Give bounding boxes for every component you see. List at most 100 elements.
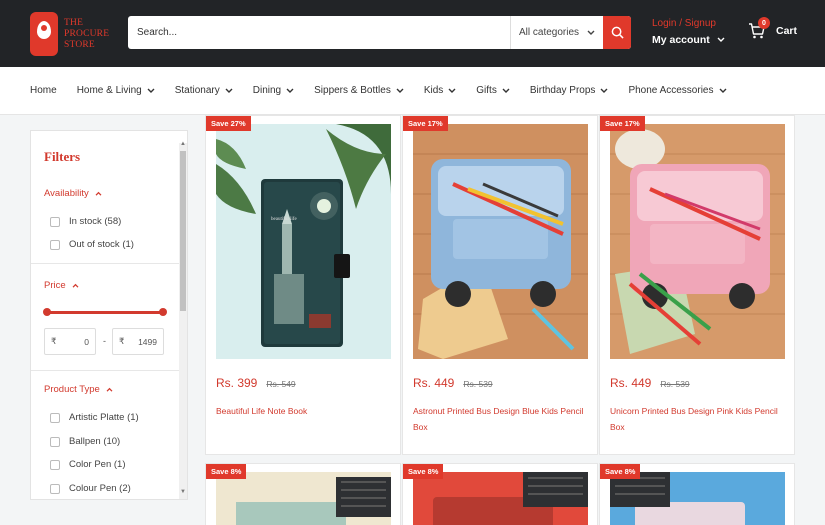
checkbox[interactable] (50, 239, 60, 250)
login-signup-link[interactable]: Login / Signup (652, 18, 725, 29)
product-image[interactable] (216, 472, 391, 525)
account-menu[interactable]: Login / Signup My account (652, 18, 725, 46)
nav-item-label: Home & Living (76, 85, 142, 96)
logo-line-2: PROCURE (64, 28, 110, 39)
save-badge: Save 27% (206, 116, 251, 131)
product-type-toggle[interactable]: Product Type (44, 384, 113, 395)
product-card[interactable]: Save 8% (205, 463, 401, 525)
chevron-down-icon (717, 37, 725, 42)
filter-in-stock[interactable]: In stock (58) (50, 216, 121, 227)
divider (31, 263, 179, 264)
search-input[interactable] (128, 16, 510, 49)
chevron-down-icon (502, 88, 510, 93)
filter-option-label: Ballpen (10) (69, 436, 121, 447)
checkbox[interactable] (50, 412, 60, 423)
save-badge: Save 17% (600, 116, 645, 131)
availability-toggle[interactable]: Availability (44, 188, 102, 199)
chevron-up-icon (72, 283, 79, 288)
currency-symbol: ₹ (51, 336, 57, 346)
chevron-down-icon (719, 88, 726, 93)
price-toggle[interactable]: Price (44, 280, 79, 291)
product-title[interactable]: Beautiful Life Note Book (216, 403, 388, 419)
my-account-dropdown[interactable]: My account (652, 34, 725, 46)
product-card[interactable]: Save 8% (599, 463, 795, 525)
nav-item-stationary[interactable]: Stationary (175, 85, 233, 96)
logo-pin-icon (30, 12, 58, 56)
nav-item-sippers-bottles[interactable]: Sippers & Bottles (314, 85, 404, 96)
chevron-up-icon (106, 387, 113, 392)
chevron-down-icon (396, 88, 404, 93)
scroll-down-arrow-icon[interactable]: ▼ (180, 489, 186, 495)
price-range-max-handle[interactable] (159, 308, 167, 316)
checkbox[interactable] (50, 483, 60, 494)
chevron-up-icon (95, 191, 102, 196)
product-title[interactable]: Unicorn Printed Bus Design Pink Kids Pen… (610, 403, 782, 435)
nav-item-label: Home (30, 85, 57, 96)
site-header: THE PROCURE STORE All categories Login /… (0, 0, 825, 67)
product-card[interactable]: Save 8% (402, 463, 598, 525)
chevron-down-icon (225, 88, 233, 93)
product-image-pink-pencil-box[interactable] (610, 124, 785, 359)
nav-item-kids[interactable]: Kids (424, 85, 456, 96)
nav-item-home[interactable]: Home (30, 85, 57, 96)
product-image-blue-pencil-box[interactable] (413, 124, 588, 359)
search-button[interactable] (603, 16, 631, 49)
category-select-label: All categories (518, 27, 580, 38)
filter-artistic-platte[interactable]: Artistic Platte (1) (50, 412, 139, 423)
filters-title: Filters (44, 149, 81, 164)
product-image[interactable] (610, 472, 785, 525)
nav-item-label: Phone Accessories (628, 85, 714, 96)
product-title[interactable]: Astronut Printed Bus Design Blue Kids Pe… (413, 403, 585, 435)
filter-out-of-stock[interactable]: Out of stock (1) (50, 239, 134, 250)
filter-ballpen[interactable]: Ballpen (10) (50, 436, 120, 447)
cart-button[interactable]: 0 Cart (748, 17, 798, 40)
nav-item-phone-accessories[interactable]: Phone Accessories (628, 85, 726, 96)
price-range-min-handle[interactable] (43, 308, 51, 316)
nav-item-gifts[interactable]: Gifts (476, 85, 510, 96)
cart-label: Cart (776, 25, 798, 37)
checkbox[interactable] (50, 216, 60, 227)
product-price: Rs. 449 Rs. 539 (413, 376, 493, 390)
price-min-input[interactable]: ₹0 (44, 328, 96, 355)
save-badge: Save 8% (600, 464, 641, 479)
save-badge: Save 8% (403, 464, 444, 479)
chevron-down-icon (587, 30, 595, 35)
availability-label: Availability (44, 188, 89, 199)
product-price: Rs. 449 Rs. 539 (610, 376, 690, 390)
sale-price: Rs. 449 (610, 376, 652, 390)
nav-item-home-living[interactable]: Home & Living (77, 85, 155, 96)
product-card[interactable]: Save 27% beautiful life Rs. 399 Rs. 549 (205, 115, 401, 455)
my-account-label: My account (652, 34, 710, 46)
cart-icon: 0 (748, 17, 770, 40)
checkbox[interactable] (50, 436, 60, 447)
filter-option-label: Out of stock (1) (69, 239, 134, 250)
filter-colour-pen[interactable]: Colour Pen (2) (50, 483, 131, 494)
sale-price: Rs. 449 (413, 376, 455, 390)
old-price: Rs. 549 (266, 379, 296, 389)
product-image-notebook[interactable]: beautiful life (216, 124, 391, 359)
save-badge: Save 17% (403, 116, 448, 131)
nav-item-label: Kids (423, 85, 444, 96)
scroll-up-arrow-icon[interactable]: ▲ (180, 141, 186, 147)
price-max-input[interactable]: ₹1499 (112, 328, 164, 355)
store-logo[interactable]: THE PROCURE STORE (30, 12, 110, 56)
nav-item-birthday-props[interactable]: Birthday Props (530, 85, 609, 96)
product-card[interactable]: Save 17% Rs. 449 Rs. 539 Astronut Printed… (402, 115, 598, 455)
filters-scroll-thumb[interactable] (180, 151, 186, 311)
category-select[interactable]: All categories (510, 16, 603, 49)
filter-color-pen[interactable]: Color Pen (1) (50, 459, 126, 470)
product-card[interactable]: Save 17% Rs. 449 Rs. 539 Unicorn Printed … (599, 115, 795, 455)
checkbox[interactable] (50, 459, 60, 470)
filter-option-label: In stock (58) (69, 216, 122, 227)
price-range-track[interactable] (46, 311, 163, 314)
filter-option-label: Color Pen (1) (69, 459, 126, 470)
nav-item-dining[interactable]: Dining (253, 85, 294, 96)
chevron-down-icon (286, 88, 294, 93)
chevron-down-icon (600, 88, 608, 93)
product-image[interactable] (413, 472, 588, 525)
price-dash: - (103, 336, 106, 346)
price-max-value: 1499 (138, 336, 157, 347)
cart-count-badge: 0 (758, 17, 770, 29)
nav-item-label: Stationary (174, 85, 220, 96)
svg-text:beautiful life: beautiful life (271, 217, 297, 222)
